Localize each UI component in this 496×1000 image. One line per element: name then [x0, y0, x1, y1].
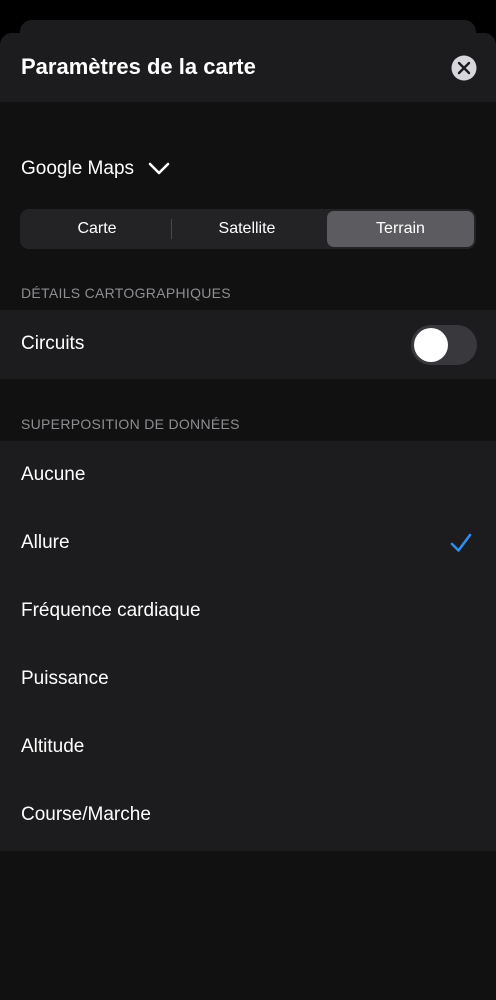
overlay-option-puissance[interactable]: Puissance	[0, 645, 496, 713]
toggle-knob	[414, 328, 448, 362]
sheet-header: Paramètres de la carte	[0, 33, 496, 102]
data-overlay-list: Aucune Allure Fréquence cardiaque Puissa…	[0, 441, 496, 851]
list-item-label: Fréquence cardiaque	[21, 600, 201, 621]
list-item-label: Aucune	[21, 464, 86, 485]
map-provider-selector[interactable]: Google Maps	[21, 155, 170, 183]
overlay-option-aucune[interactable]: Aucune	[0, 441, 496, 509]
checkmark-icon	[450, 533, 472, 552]
list-item-label: Puissance	[21, 668, 109, 689]
map-settings-sheet: Paramètres de la carte Google Maps Carte…	[0, 33, 496, 1000]
section-header-data-overlay: SUPERPOSITION DE DONNÉES	[21, 416, 240, 432]
circuits-toggle[interactable]	[411, 325, 477, 365]
list-item-label: Allure	[21, 532, 70, 553]
circuits-row: Circuits	[0, 310, 496, 378]
close-circle-icon	[451, 55, 477, 81]
segment-carte[interactable]: Carte	[22, 211, 172, 247]
list-item-label: Course/Marche	[21, 804, 151, 825]
segment-satellite[interactable]: Satellite	[172, 211, 322, 247]
section-header-map-details: DÉTAILS CARTOGRAPHIQUES	[21, 285, 231, 301]
map-details-group: Circuits	[0, 310, 496, 379]
overlay-option-altitude[interactable]: Altitude	[0, 713, 496, 781]
list-item-label: Altitude	[21, 736, 85, 757]
overlay-option-course-marche[interactable]: Course/Marche	[0, 781, 496, 849]
chevron-down-icon	[148, 162, 170, 175]
map-provider-label: Google Maps	[21, 158, 135, 179]
page-title: Paramètres de la carte	[21, 54, 256, 79]
map-type-segmented-control: Carte Satellite Terrain	[20, 209, 476, 249]
close-button[interactable]	[451, 55, 477, 81]
overlay-option-allure[interactable]: Allure	[0, 509, 496, 577]
overlay-option-frequence-cardiaque[interactable]: Fréquence cardiaque	[0, 577, 496, 645]
circuits-label: Circuits	[21, 333, 85, 354]
segment-terrain[interactable]: Terrain	[327, 211, 474, 247]
